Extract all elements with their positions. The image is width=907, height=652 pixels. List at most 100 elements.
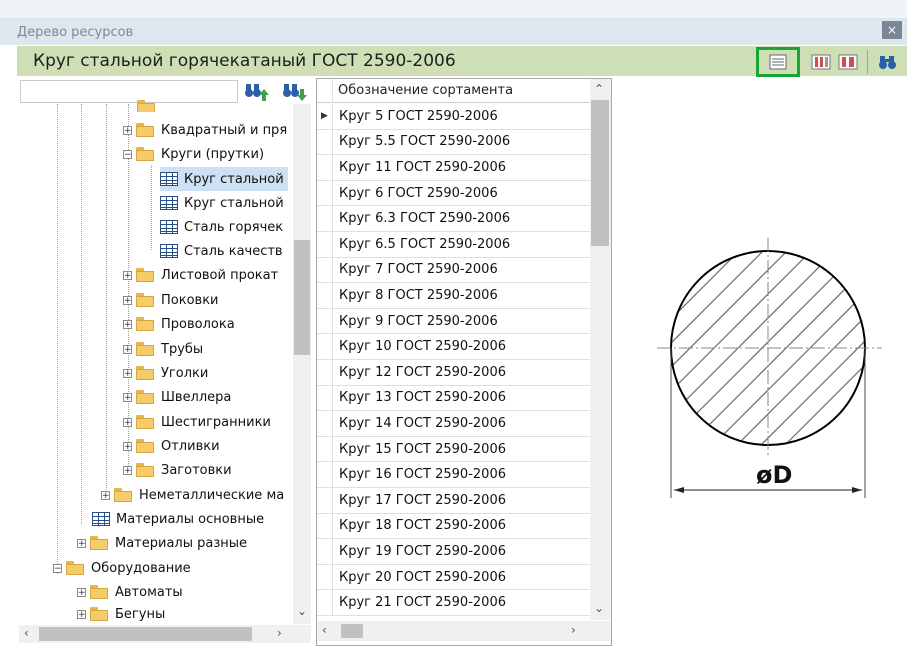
grid-row[interactable]: Круг 13 ГОСТ 2590-2006 (317, 385, 590, 412)
find-up-button[interactable] (244, 81, 270, 107)
designation-cell: Круг 8 ГОСТ 2590-2006 (339, 287, 498, 303)
row-indicator[interactable] (317, 129, 333, 155)
tree-item[interactable]: Сталь качеств (160, 239, 283, 263)
row-indicator[interactable] (317, 590, 333, 615)
scroll-down-icon[interactable]: ⌄ (594, 601, 604, 615)
tree-item[interactable]: + Листовой прокат (123, 263, 278, 287)
grid-row[interactable]: Круг 12 ГОСТ 2590-2006 (317, 360, 590, 386)
expand-icon[interactable]: + (123, 270, 132, 280)
expand-icon[interactable]: + (123, 295, 132, 305)
row-indicator[interactable] (317, 206, 333, 231)
expand-icon[interactable]: + (123, 344, 132, 354)
row-indicator[interactable] (317, 513, 333, 539)
tree-item[interactable]: + Квадратный и пря (123, 118, 287, 142)
row-indicator[interactable] (317, 308, 333, 334)
tree-item[interactable]: Материалы основные (92, 507, 264, 531)
tree-item-selected[interactable]: Круг стальной (160, 167, 288, 191)
row-indicator[interactable] (317, 180, 333, 206)
tree-scroll-thumb[interactable] (294, 240, 310, 355)
grid-row[interactable]: Круг 5.5 ГОСТ 2590-2006 (317, 129, 590, 156)
row-indicator[interactable] (317, 360, 333, 385)
row-indicator[interactable] (317, 232, 333, 257)
tree-item[interactable]: + Отливки (123, 434, 220, 458)
tree-item[interactable]: + Проволока (123, 312, 235, 336)
grid-scroll-thumb[interactable] (591, 100, 609, 246)
grid-row[interactable]: Круг 6.3 ГОСТ 2590-2006 (317, 206, 590, 232)
tree-item[interactable]: − Оборудование (53, 556, 191, 580)
expand-icon[interactable]: + (123, 125, 132, 135)
tree-vertical-scrollbar[interactable] (293, 104, 311, 624)
grid-row[interactable]: ▶ Круг 5 ГОСТ 2590-2006 (317, 104, 590, 130)
column-header-designation[interactable]: Обозначение сортамента (333, 79, 590, 103)
grid-row[interactable]: Круг 14 ГОСТ 2590-2006 (317, 411, 590, 437)
grid-row[interactable]: Круг 20 ГОСТ 2590-2006 (317, 564, 590, 591)
grid-row[interactable]: Круг 6.5 ГОСТ 2590-2006 (317, 232, 590, 258)
tree-item[interactable]: + Швеллера (123, 385, 231, 409)
grid-row[interactable]: Круг 10 ГОСТ 2590-2006 (317, 334, 590, 360)
row-indicator[interactable] (317, 257, 333, 283)
close-button[interactable]: × (882, 21, 902, 39)
expand-icon[interactable]: + (77, 587, 86, 597)
toolbar-divider (867, 50, 868, 74)
expand-icon[interactable]: + (123, 417, 132, 427)
row-indicator[interactable] (317, 539, 333, 564)
expand-icon[interactable]: + (123, 465, 132, 475)
scroll-right-icon[interactable]: › (277, 626, 282, 640)
expand-icon[interactable]: + (77, 609, 86, 619)
row-indicator[interactable] (317, 462, 333, 487)
tree-item[interactable]: Сталь горячек (160, 215, 283, 239)
collapse-icon[interactable]: − (123, 149, 132, 159)
expand-icon[interactable]: + (123, 319, 132, 329)
expand-icon[interactable]: + (101, 490, 110, 500)
expand-icon[interactable]: + (77, 538, 86, 548)
tree-item[interactable]: + Уголки (123, 361, 208, 385)
tree-item[interactable]: + Бегуны (77, 604, 165, 624)
tree-item[interactable]: + Трубы (123, 337, 203, 361)
tree-item[interactable]: + Материалы разные (77, 531, 247, 555)
tree-search-input[interactable] (20, 80, 238, 103)
row-indicator[interactable] (317, 334, 333, 359)
tree-item[interactable]: + Автоматы (77, 580, 183, 604)
row-indicator[interactable] (317, 411, 333, 436)
row-indicator[interactable] (317, 385, 333, 411)
expand-icon[interactable]: + (123, 368, 132, 378)
scroll-down-icon[interactable]: ⌄ (297, 604, 307, 618)
scroll-left-icon[interactable]: ‹ (24, 626, 29, 640)
grid-row[interactable]: Круг 7 ГОСТ 2590-2006 (317, 257, 590, 284)
row-indicator[interactable] (317, 436, 333, 462)
scroll-left-icon[interactable]: ‹ (322, 623, 327, 637)
find-button[interactable] (876, 51, 900, 73)
grid-row[interactable]: Круг 19 ГОСТ 2590-2006 (317, 539, 590, 565)
tree-guide (57, 104, 58, 574)
tree-item[interactable]: + Поковки (123, 288, 219, 312)
split-view-button[interactable] (836, 51, 860, 73)
scroll-up-icon[interactable]: ⌃ (594, 82, 604, 96)
collapse-icon[interactable]: − (53, 563, 62, 573)
tree-item[interactable]: − Круги (прутки) (123, 142, 264, 166)
grid-row[interactable]: Круг 21 ГОСТ 2590-2006 (317, 590, 590, 616)
row-indicator[interactable] (317, 155, 333, 180)
tree-item[interactable]: + Неметаллические ма (101, 483, 291, 507)
grid-row[interactable]: Круг 16 ГОСТ 2590-2006 (317, 462, 590, 488)
tree-item[interactable]: + Заготовки (123, 458, 232, 482)
grid-row[interactable]: Круг 6 ГОСТ 2590-2006 (317, 180, 590, 207)
grid-row[interactable]: Круг 18 ГОСТ 2590-2006 (317, 513, 590, 540)
tree-item[interactable]: + Шестигранники (123, 410, 271, 434)
row-indicator[interactable] (317, 283, 333, 308)
grid-row[interactable]: Круг 15 ГОСТ 2590-2006 (317, 436, 590, 463)
columns-view-button[interactable] (809, 51, 833, 73)
grid-hscroll-thumb[interactable] (341, 624, 363, 638)
grid-row[interactable]: Круг 8 ГОСТ 2590-2006 (317, 283, 590, 309)
row-indicator[interactable]: ▶ (317, 104, 333, 129)
grid-row[interactable]: Круг 9 ГОСТ 2590-2006 (317, 308, 590, 335)
folder-icon (90, 585, 108, 599)
expand-icon[interactable]: + (123, 441, 132, 451)
row-indicator[interactable] (317, 564, 333, 590)
tree-hscroll-thumb[interactable] (39, 627, 252, 641)
grid-row[interactable]: Круг 11 ГОСТ 2590-2006 (317, 155, 590, 181)
scroll-right-icon[interactable]: › (571, 623, 576, 637)
row-indicator[interactable] (317, 488, 333, 513)
grid-row[interactable]: Круг 17 ГОСТ 2590-2006 (317, 488, 590, 514)
tree-item[interactable]: Круг стальной (160, 191, 284, 215)
expand-icon[interactable]: + (123, 392, 132, 402)
